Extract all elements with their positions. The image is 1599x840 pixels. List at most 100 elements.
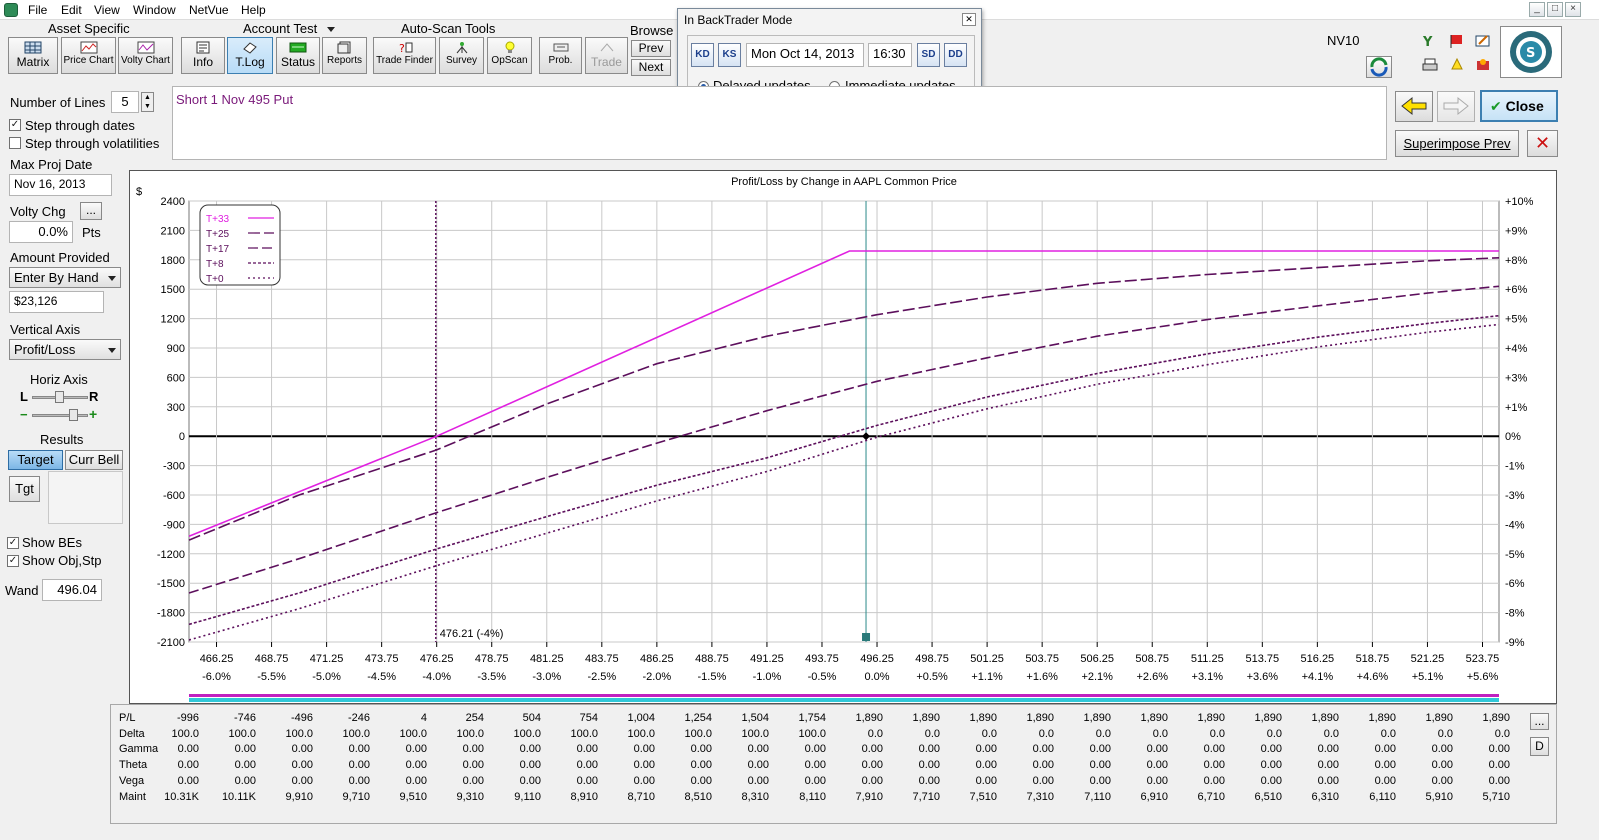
info-button[interactable]: Info xyxy=(181,37,225,74)
print-icon[interactable] xyxy=(1422,57,1438,73)
table-cell: 7,510 xyxy=(969,790,997,803)
reports-icon xyxy=(337,41,350,54)
menu-edit[interactable]: Edit xyxy=(61,3,82,17)
step-dates-checkbox[interactable]: ✓ xyxy=(9,119,21,131)
curr-bell-tab[interactable]: Curr Bell xyxy=(65,450,123,470)
alarm-icon[interactable] xyxy=(1449,57,1465,73)
volty-chg-input[interactable]: 0.0% xyxy=(9,221,73,243)
table-cell: 0.0 xyxy=(1437,727,1453,740)
max-proj-input[interactable]: Nov 16, 2013 xyxy=(9,174,112,196)
table-cell: 0.00 xyxy=(177,743,199,756)
x-tick-label: 481.25 xyxy=(530,653,564,665)
refresh-button[interactable] xyxy=(1366,56,1392,78)
amount-mode-dropdown[interactable]: Enter By Hand xyxy=(9,267,121,288)
horiz-axis-slider-2[interactable] xyxy=(32,414,88,417)
time-field[interactable]: 16:30 xyxy=(868,43,912,67)
table-cell: 0.00 xyxy=(291,759,313,772)
table-cell: 0.00 xyxy=(1146,759,1168,772)
volty-unit-label: Pts xyxy=(82,225,101,240)
alert-icon[interactable] xyxy=(1475,57,1491,73)
prev-button[interactable]: Prev xyxy=(631,40,671,57)
nav-kd-button[interactable]: KD xyxy=(691,43,714,67)
chart-panel: 2400 +10% 2100 +9% 1800 +8% 1500 +6% 1200 +5% 900 +… xyxy=(129,170,1557,704)
trade-button[interactable]: Trade xyxy=(585,37,628,74)
y-pct-tick-label: -8% xyxy=(1505,608,1525,620)
prob-button[interactable]: Prob. xyxy=(539,37,582,74)
date-field[interactable]: Mon Oct 14, 2013 xyxy=(746,43,864,67)
table-cell: 1,754 xyxy=(798,712,826,724)
table-cell: 0.0 xyxy=(924,727,940,740)
trade-finder-button[interactable]: ? Trade Finder xyxy=(373,37,436,74)
x-pct-tick-label: -0.5% xyxy=(808,671,837,683)
matrix-button[interactable]: Matrix xyxy=(8,37,58,74)
position-text: Short 1 Nov 495 Put xyxy=(176,92,294,107)
reports-button[interactable]: Reports xyxy=(322,37,367,74)
restore-button[interactable]: □ xyxy=(1547,2,1563,17)
logo-icon: S xyxy=(1510,31,1552,73)
nav-sd-button[interactable]: SD xyxy=(917,43,940,67)
table-cell: 0.00 xyxy=(918,774,940,787)
wand-input[interactable]: 496.04 xyxy=(42,579,102,601)
x-tick-label: 496.25 xyxy=(860,653,894,665)
next-button[interactable]: Next xyxy=(631,59,671,76)
table-cell: 100.0 xyxy=(171,727,199,740)
slider-1-thumb[interactable] xyxy=(55,391,64,403)
opscan-button[interactable]: OpScan xyxy=(487,37,532,74)
show-obj-checkbox[interactable]: ✓ xyxy=(7,555,19,567)
menu-help[interactable]: Help xyxy=(241,3,266,17)
table-d-button[interactable]: D xyxy=(1530,737,1549,756)
back-arrow-button[interactable] xyxy=(1395,91,1433,122)
table-cell: 0.00 xyxy=(405,774,427,787)
show-bes-checkbox[interactable]: ✓ xyxy=(7,537,19,549)
menu-view[interactable]: View xyxy=(94,3,120,17)
num-lines-input[interactable]: 5 xyxy=(111,91,139,113)
slider-2-thumb[interactable] xyxy=(69,409,78,421)
group-account-test[interactable]: Account Test xyxy=(243,21,317,36)
account-name: NV10 xyxy=(1327,33,1360,48)
volty-chart-button[interactable]: Volty Chart xyxy=(118,37,173,74)
logo-button[interactable]: S xyxy=(1500,26,1562,78)
amount-input[interactable]: $23,126 xyxy=(9,291,104,313)
x-pct-tick-label: -2.5% xyxy=(587,671,616,683)
table-cell: 0.00 xyxy=(576,774,598,787)
menu-netvue[interactable]: NetVue xyxy=(189,3,229,17)
status-button[interactable]: Status xyxy=(276,37,320,74)
num-lines-spinner[interactable]: ▲ ▼ xyxy=(141,92,154,112)
results-table: P/L -996 -746 -496 -246 4 254 504 754 1,004 1,254 1… xyxy=(110,704,1557,824)
edit-icon[interactable] xyxy=(1475,33,1491,49)
survey-button[interactable]: Survey xyxy=(439,37,484,74)
tgt-button[interactable]: Tgt xyxy=(9,476,40,502)
target-tab[interactable]: Target xyxy=(8,450,63,470)
nav-dd-button[interactable]: DD xyxy=(944,43,967,67)
delete-button[interactable]: ✕ xyxy=(1527,130,1558,157)
close-button[interactable]: ✔ Close xyxy=(1480,90,1558,122)
lightbulb-icon xyxy=(505,41,514,53)
table-cell: 754 xyxy=(579,712,598,724)
table-cell: 1,004 xyxy=(627,712,655,724)
yahoo-icon[interactable]: Y xyxy=(1422,33,1438,49)
table-cell: 1,890 xyxy=(1140,712,1168,724)
close-window-button[interactable]: × xyxy=(1565,2,1581,17)
dialog-close-button[interactable]: ✕ xyxy=(962,13,976,26)
vertical-axis-dropdown[interactable]: Profit/Loss xyxy=(9,339,121,360)
menu-window[interactable]: Window xyxy=(133,3,176,17)
group-asset-specific: Asset Specific xyxy=(48,21,130,36)
step-vols-checkbox[interactable] xyxy=(9,137,21,149)
table-cell: 100.0 xyxy=(684,727,712,740)
info-icon xyxy=(196,41,210,54)
position-textarea[interactable]: Short 1 Nov 495 Put xyxy=(172,86,1387,160)
table-more-button[interactable]: ... xyxy=(1530,713,1549,730)
volty-chg-more-button[interactable]: ... xyxy=(80,202,102,220)
menu-file[interactable]: File xyxy=(28,3,47,17)
minimize-button[interactable]: _ xyxy=(1529,2,1545,17)
flag-icon[interactable] xyxy=(1449,33,1465,49)
chevron-down-icon xyxy=(108,348,116,353)
forward-arrow-button[interactable] xyxy=(1437,91,1475,122)
tlog-button[interactable]: T.Log xyxy=(227,37,273,74)
volty-chart-label: Volty Chart xyxy=(121,55,170,66)
x-tick-label: 503.75 xyxy=(1025,653,1059,665)
nav-ks-button[interactable]: KS xyxy=(718,43,741,67)
price-chart-button[interactable]: Price Chart xyxy=(61,37,116,74)
superimpose-prev-button[interactable]: Superimpose Prev xyxy=(1395,130,1519,157)
wand-label: Wand xyxy=(5,583,39,598)
